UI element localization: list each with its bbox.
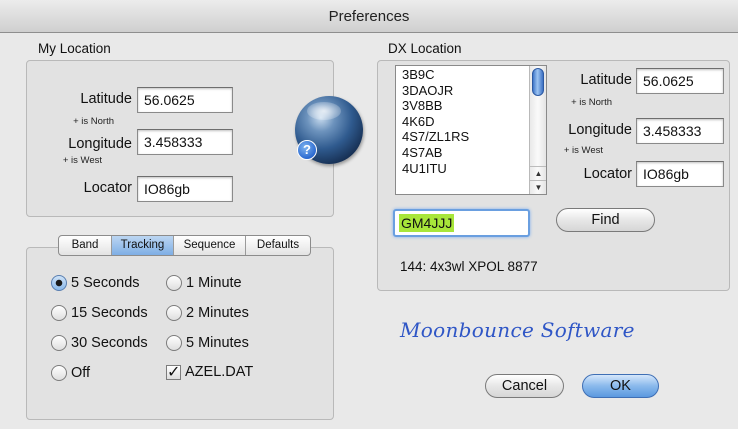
- list-item[interactable]: 3B9C: [402, 67, 530, 83]
- callsign-list-items: 3B9C 3DAOJR 3V8BB 4K6D 4S7/ZL1RS 4S7AB 4…: [396, 66, 530, 194]
- find-button[interactable]: Find: [556, 208, 655, 232]
- dx-latitude-label: Latitude: [580, 72, 632, 88]
- radio-icon: [166, 335, 182, 351]
- tab-sequence[interactable]: Sequence: [174, 236, 246, 255]
- dx-locator-field[interactable]: IO86gb: [636, 161, 724, 187]
- tab-band[interactable]: Band: [59, 236, 112, 255]
- window-title: Preferences: [0, 0, 738, 33]
- my-longitude-field[interactable]: 3.458333: [137, 129, 233, 155]
- tab-tracking[interactable]: Tracking: [112, 236, 174, 255]
- list-item[interactable]: 4S7AB: [402, 145, 530, 161]
- dx-result-text: 144: 4x3wl XPOL 8877: [400, 259, 538, 274]
- azel-dat-checkbox[interactable]: ✓ AZEL.DAT: [166, 362, 253, 382]
- radio-5-seconds[interactable]: 5 Seconds: [51, 273, 140, 293]
- scroll-thumb[interactable]: [532, 68, 544, 96]
- radio-1-minute[interactable]: 1 Minute: [166, 273, 242, 293]
- globe-help-icon[interactable]: ?: [295, 96, 363, 164]
- callsign-list[interactable]: 3B9C 3DAOJR 3V8BB 4K6D 4S7/ZL1RS 4S7AB 4…: [395, 65, 547, 195]
- dx-latitude-field[interactable]: 56.0625: [636, 68, 724, 94]
- ok-button[interactable]: OK: [582, 374, 659, 398]
- callsign-list-scrollbar[interactable]: ▲ ▼: [529, 66, 546, 194]
- my-latitude-field[interactable]: 56.0625: [137, 87, 233, 113]
- my-latitude-hint: + is North: [73, 116, 114, 127]
- scroll-up-arrow-icon[interactable]: ▲: [530, 166, 546, 180]
- list-item[interactable]: 3DAOJR: [402, 83, 530, 99]
- dx-locator-label: Locator: [583, 166, 632, 182]
- tab-defaults[interactable]: Defaults: [246, 236, 310, 255]
- my-longitude-hint: + is West: [62, 155, 102, 166]
- my-location-title: My Location: [38, 41, 111, 56]
- callsign-search-input[interactable]: GM4JJJ: [393, 209, 530, 237]
- dx-longitude-hint: + is West: [563, 145, 603, 156]
- dx-location-title: DX Location: [388, 41, 462, 56]
- list-item[interactable]: 4K6D: [402, 114, 530, 130]
- radio-2-minutes[interactable]: 2 Minutes: [166, 303, 249, 323]
- radio-30-seconds[interactable]: 30 Seconds: [51, 333, 148, 353]
- radio-off[interactable]: Off: [51, 363, 90, 383]
- dx-latitude-hint: + is North: [571, 97, 612, 108]
- radio-icon: [51, 365, 67, 381]
- brand-logo-text: Moonbounce Software: [400, 318, 635, 342]
- callsign-search-value: GM4JJJ: [399, 214, 455, 232]
- scroll-down-arrow-icon[interactable]: ▼: [530, 180, 546, 194]
- radio-15-seconds[interactable]: 15 Seconds: [51, 303, 148, 323]
- help-icon: ?: [297, 140, 317, 160]
- my-locator-field[interactable]: IO86gb: [137, 176, 233, 202]
- checkmark-icon: ✓: [166, 363, 181, 381]
- list-item[interactable]: 4U1ITU: [402, 161, 530, 177]
- list-item[interactable]: 4S7/ZL1RS: [402, 129, 530, 145]
- my-longitude-label: Longitude: [68, 136, 132, 152]
- dx-longitude-label: Longitude: [568, 122, 632, 138]
- my-locator-label: Locator: [83, 180, 132, 196]
- cancel-button[interactable]: Cancel: [485, 374, 564, 398]
- settings-tabs: Band Tracking Sequence Defaults: [58, 235, 311, 256]
- radio-icon: [51, 305, 67, 321]
- list-item[interactable]: 3V8BB: [402, 98, 530, 114]
- radio-icon: [166, 275, 182, 291]
- globe-shine: [307, 102, 341, 120]
- radio-5-minutes[interactable]: 5 Minutes: [166, 333, 249, 353]
- dx-longitude-field[interactable]: 3.458333: [636, 118, 724, 144]
- radio-selected-icon: [51, 275, 67, 291]
- radio-icon: [166, 305, 182, 321]
- my-latitude-label: Latitude: [80, 91, 132, 107]
- radio-icon: [51, 335, 67, 351]
